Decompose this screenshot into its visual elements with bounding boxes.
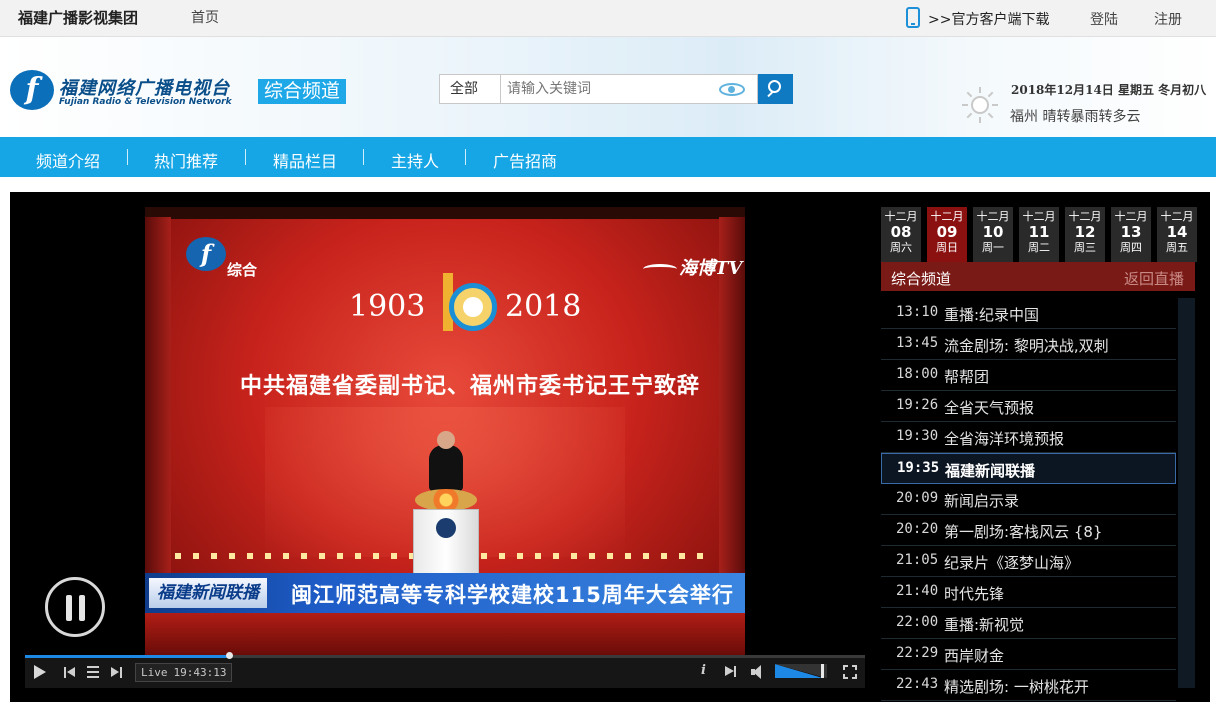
program-tag: 福建新闻联播 <box>149 578 267 608</box>
schedule-channel-name: 综合频道 <box>891 270 952 288</box>
program-row[interactable]: 13:10 重播:纪录中国 <box>881 298 1176 329</box>
program-row[interactable]: 19:35 福建新闻联播 <box>881 453 1176 484</box>
register-link[interactable]: 注册 <box>1154 9 1182 29</box>
next-icon[interactable] <box>111 667 122 678</box>
program-row[interactable]: 22:29 西岸财金 <box>881 639 1176 670</box>
eye-icon <box>719 83 745 96</box>
date-tab[interactable]: 十二月 12 周三 <box>1065 207 1105 262</box>
schedule-header: 综合频道 返回直播 <box>881 262 1195 291</box>
player-controls: Live 19:43:13 i <box>25 652 865 688</box>
progress-fill <box>25 655 230 658</box>
haibo-tv-watermark: 海博TV <box>643 254 742 280</box>
site-logo-icon[interactable]: f <box>10 70 54 110</box>
date-tab[interactable]: 十二月 09 周日 <box>927 207 967 262</box>
program-row[interactable]: 22:43 精选剧场: 一树桃花开 <box>881 670 1176 701</box>
skip-icon[interactable] <box>725 666 737 677</box>
anniversary-emblem-icon <box>443 273 503 335</box>
pause-icon[interactable] <box>45 577 105 637</box>
main-nav: 频道介绍 热门推荐 精品栏目 主持人 广告招商 <box>0 137 1216 177</box>
video-frame[interactable]: f 综合 海博TV 1903 2018 中共福建省委副书记、福州市委书记王宁致辞… <box>145 207 745 655</box>
sunny-weather-icon <box>962 87 998 123</box>
news-lower-third: 福建新闻联播 闽江师范高等专科学校建校115周年大会举行 <box>145 573 745 613</box>
progress-bar[interactable] <box>25 652 865 659</box>
client-download-link[interactable]: >>官方客户端下载 <box>928 9 1049 29</box>
channel-watermark: 综合 <box>227 261 258 279</box>
date-tab[interactable]: 十二月 14 周五 <box>1157 207 1197 262</box>
mobile-phone-icon <box>906 7 920 28</box>
weather-text: 福州 晴转暴雨转多云 <box>1010 109 1141 125</box>
live-time-badge: Live 19:43:13 <box>135 663 233 682</box>
previous-icon[interactable] <box>64 667 75 678</box>
group-name[interactable]: 福建广播影视集团 <box>18 7 138 28</box>
program-list: 13:10 重播:纪录中国 13:45 流金剧场: 黎明决战,双刺 18:00 帮帮团… <box>881 298 1176 702</box>
nav-item-hot[interactable]: 热门推荐 <box>154 148 218 172</box>
progress-handle[interactable] <box>226 652 234 659</box>
date-tab[interactable]: 十二月 08 周六 <box>881 207 921 262</box>
channel-logo-icon: f <box>186 237 226 271</box>
date-tabs: 十二月 08 周六 十二月 09 周日 十二月 10 周一 十二月 11 周二 十二月 12 周三 … <box>881 207 1197 262</box>
program-row[interactable]: 19:30 全省海洋环境预报 <box>881 422 1176 453</box>
anniversary-year-start: 1903 <box>349 289 426 324</box>
search-button[interactable] <box>758 74 793 104</box>
volume-icon[interactable] <box>751 665 765 679</box>
speaker-figure <box>429 431 463 491</box>
home-link[interactable]: 首页 <box>191 7 219 27</box>
site-header: f 福建网络广播电视台 Fujian Radio & Television Ne… <box>0 37 1216 137</box>
channel-tag: 综合频道 <box>258 79 347 104</box>
video-caption: 中共福建省委副书记、福州市委书记王宁致辞 <box>240 374 701 399</box>
date-tab[interactable]: 十二月 10 周一 <box>973 207 1013 262</box>
search-icon <box>768 80 781 93</box>
play-icon[interactable] <box>34 665 46 679</box>
search-category-select[interactable]: 全部 <box>439 74 501 104</box>
program-row[interactable]: 20:09 新闻启示录 <box>881 484 1176 515</box>
volume-handle[interactable] <box>820 664 824 678</box>
program-row[interactable]: 21:40 时代先锋 <box>881 577 1176 608</box>
nav-item-channel-intro[interactable]: 频道介绍 <box>36 148 100 172</box>
program-row[interactable]: 13:45 流金剧场: 黎明决战,双刺 <box>881 329 1176 360</box>
date-tab[interactable]: 十二月 11 周二 <box>1019 207 1059 262</box>
login-link[interactable]: 登陆 <box>1090 9 1118 29</box>
search-bar: 全部 <box>439 74 793 104</box>
date-tab[interactable]: 十二月 13 周四 <box>1111 207 1151 262</box>
back-to-live-button[interactable]: 返回直播 <box>1124 268 1184 289</box>
nav-item-hosts[interactable]: 主持人 <box>391 148 439 172</box>
program-row[interactable]: 20:20 第一剧场:客栈风云 {8} <box>881 515 1176 546</box>
wave-icon <box>643 264 677 274</box>
nav-item-featured[interactable]: 精品栏目 <box>273 148 337 172</box>
site-logo-english: Fujian Radio & Television Network <box>59 97 232 107</box>
fullscreen-icon[interactable] <box>843 665 857 679</box>
info-icon[interactable]: i <box>701 663 706 678</box>
top-bar: 福建广播影视集团 首页 >>官方客户端下载 登陆 注册 <box>0 0 1216 37</box>
program-row[interactable]: 22:00 重播:新视觉 <box>881 608 1176 639</box>
anniversary-year-end: 2018 <box>505 289 582 324</box>
program-row[interactable]: 19:26 全省天气预报 <box>881 391 1176 422</box>
program-row[interactable]: 18:00 帮帮团 <box>881 360 1176 391</box>
nav-item-ads[interactable]: 广告招商 <box>493 148 557 172</box>
volume-slider[interactable] <box>775 664 827 678</box>
program-row[interactable]: 21:05 纪录片《逐梦山海》 <box>881 546 1176 577</box>
schedule-scrollbar[interactable] <box>1178 298 1195 688</box>
live-time: 19:43:13 <box>173 666 227 679</box>
playlist-icon[interactable] <box>87 666 99 678</box>
current-date: 2018年12月14日 星期五 冬月初八 <box>1011 83 1207 97</box>
news-ticker: 闽江师范高等专科学校建校115周年大会举行 <box>291 583 734 607</box>
